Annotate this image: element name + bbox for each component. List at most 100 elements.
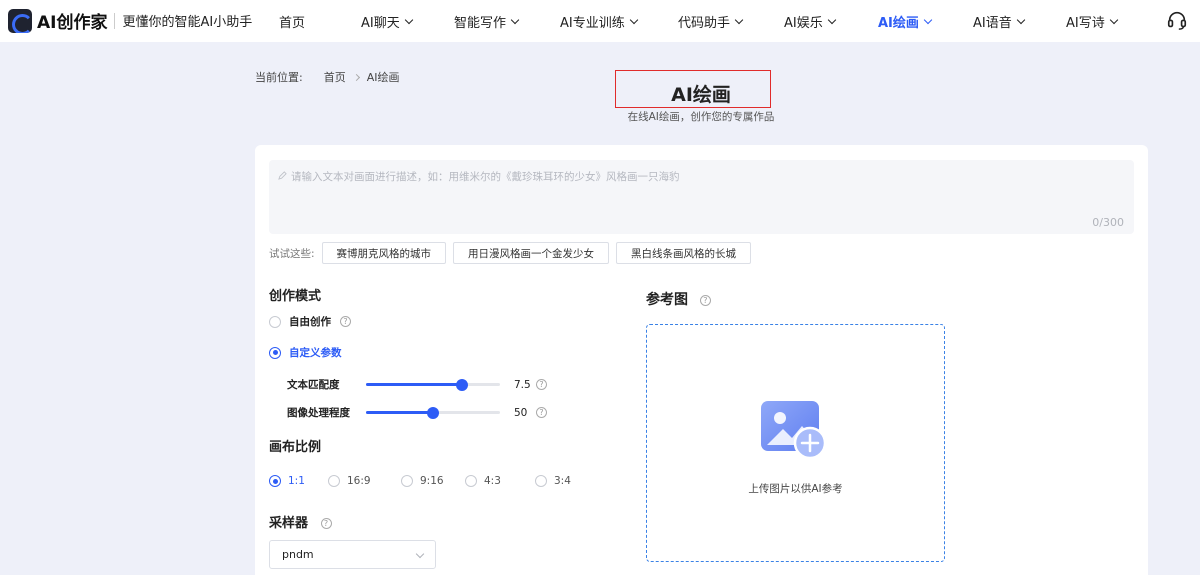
nav-item-home[interactable]: 首页 xyxy=(279,12,305,31)
nav-item-ai-entertainment[interactable]: AI娱乐 xyxy=(784,12,836,31)
nav-item-label: 代码助手 xyxy=(678,16,731,31)
chevron-down-icon xyxy=(1016,15,1025,25)
text-match-value: 7.5 xyxy=(514,378,531,391)
image-strength-value: 50 xyxy=(514,406,528,419)
nav-item-label: AI专业训练 xyxy=(560,16,625,31)
image-strength-label: 图像处理程度 xyxy=(287,407,350,419)
chevron-down-icon xyxy=(734,15,744,25)
chevron-down-icon xyxy=(1109,15,1118,25)
mode-option-free[interactable]: 自由创作 ? xyxy=(269,314,351,329)
text-match-slider[interactable] xyxy=(366,378,500,391)
image-upload-icon xyxy=(761,401,827,460)
chevron-down-icon xyxy=(923,15,933,25)
suggestion-chip[interactable]: 黑白线条画风格的长城 xyxy=(616,242,752,264)
chevron-down-icon xyxy=(510,15,520,25)
radio-button[interactable] xyxy=(269,346,281,359)
help-icon[interactable]: ? xyxy=(340,316,351,327)
painting-form-card: 0/300 试试这些: 赛博朋克风格的城市 用日漫风格画一个金发少女 黑白线条画… xyxy=(255,145,1148,575)
nav-item-label: AI写诗 xyxy=(1066,16,1105,31)
radio-button[interactable] xyxy=(465,475,477,487)
mode-option-custom[interactable]: 自定义参数 xyxy=(269,345,342,360)
ratio-section-title: 画布比例 xyxy=(269,440,322,455)
chevron-down-icon xyxy=(404,15,413,25)
brand-slogan: 更懂你的智能AI小助手 xyxy=(122,15,253,30)
prompt-container: 0/300 xyxy=(269,160,1134,234)
text-match-slider-row: 文本匹配度 7.5 ? xyxy=(287,377,547,392)
nav-item-label: 智能写作 xyxy=(454,16,507,31)
radio-button[interactable] xyxy=(535,475,547,487)
brand-name: AI创作家 xyxy=(37,13,108,33)
chevron-down-icon xyxy=(827,15,836,25)
ratio-option-9-16[interactable]: 9:16 xyxy=(401,475,444,487)
reference-upload-dropzone[interactable]: 上传图片以供AI参考 xyxy=(646,324,945,562)
ratio-option-1-1[interactable]: 1:1 xyxy=(269,475,305,487)
top-nav-bar: AI创作家 更懂你的智能AI小助手 首页 AI聊天 智能写作 AI专业训练 代码… xyxy=(0,0,1200,42)
chevron-down-icon xyxy=(629,15,638,25)
nav-item-label: AI语音 xyxy=(973,16,1012,31)
nav-item-ai-painting[interactable]: AI绘画 xyxy=(878,12,933,31)
help-icon[interactable]: ? xyxy=(536,379,547,390)
sampler-selected-value: pndm xyxy=(282,548,314,561)
headset-icon[interactable] xyxy=(1166,9,1188,31)
radio-button[interactable] xyxy=(269,475,281,487)
radio-button[interactable] xyxy=(328,475,340,487)
slider-handle[interactable] xyxy=(427,406,439,419)
ratio-option-16-9[interactable]: 16:9 xyxy=(328,475,371,487)
help-icon[interactable]: ? xyxy=(699,294,711,306)
help-icon[interactable]: ? xyxy=(536,407,547,418)
text-match-label: 文本匹配度 xyxy=(287,379,340,391)
reference-section-title: 参考图 ? xyxy=(646,289,711,309)
ratio-option-3-4[interactable]: 3:4 xyxy=(535,475,571,487)
char-counter: 0/300 xyxy=(1092,216,1124,229)
ratio-option-label: 4:3 xyxy=(484,475,501,487)
breadcrumb-item-home[interactable]: 首页 xyxy=(324,69,346,85)
radio-button[interactable] xyxy=(401,475,413,487)
breadcrumb-item-current: AI绘画 xyxy=(366,71,400,84)
nav-item-label: AI聊天 xyxy=(361,16,400,31)
mode-option-label: 自由创作 xyxy=(289,316,331,328)
suggestion-label: 试试这些: xyxy=(269,247,315,260)
mode-option-label: 自定义参数 xyxy=(289,347,342,359)
ratio-option-label: 1:1 xyxy=(288,475,305,487)
ratio-option-4-3[interactable]: 4:3 xyxy=(465,475,501,487)
nav-item-smart-writing[interactable]: 智能写作 xyxy=(454,12,520,31)
nav-item-ai-training[interactable]: AI专业训练 xyxy=(560,12,638,31)
brand-logo[interactable]: AI创作家 更懂你的智能AI小助手 xyxy=(8,8,252,33)
prompt-input[interactable] xyxy=(269,160,1134,234)
upload-hint-text: 上传图片以供AI参考 xyxy=(748,483,843,495)
sampler-section-title: 采样器 ? xyxy=(269,512,332,531)
help-icon[interactable]: ? xyxy=(320,518,332,529)
image-strength-slider[interactable] xyxy=(366,406,500,419)
logo-divider xyxy=(114,12,116,29)
sampler-select[interactable]: pndm xyxy=(269,540,436,569)
pencil-icon xyxy=(278,171,287,180)
nav-item-ai-voice[interactable]: AI语音 xyxy=(973,12,1025,31)
ratio-option-label: 3:4 xyxy=(554,475,571,487)
ratio-option-label: 9:16 xyxy=(420,475,444,487)
nav-item-ai-chat[interactable]: AI聊天 xyxy=(361,12,413,31)
nav-item-label: 首页 xyxy=(279,16,306,31)
page-subtitle: 在线AI绘画，创作您的专属作品 xyxy=(627,111,775,123)
slider-fill xyxy=(366,411,433,414)
page-title: AI绘画 xyxy=(671,84,731,106)
radio-button[interactable] xyxy=(269,315,281,328)
chevron-right-icon xyxy=(352,73,360,81)
ratio-option-label: 16:9 xyxy=(347,475,371,487)
reference-title-text: 参考图 xyxy=(646,292,688,308)
slider-handle[interactable] xyxy=(456,378,469,391)
slider-fill xyxy=(366,383,463,386)
chevron-down-icon xyxy=(415,549,425,559)
suggestion-chip[interactable]: 赛博朋克风格的城市 xyxy=(321,242,447,264)
nav-item-label: AI绘画 xyxy=(878,16,919,31)
breadcrumb: 当前位置: 首页 AI绘画 xyxy=(255,69,400,85)
sampler-title-text: 采样器 xyxy=(269,516,309,531)
image-strength-slider-row: 图像处理程度 50 ? xyxy=(287,405,547,420)
nav-item-label: AI娱乐 xyxy=(784,16,823,31)
breadcrumb-prefix: 当前位置: xyxy=(255,71,303,84)
nav-item-code-assistant[interactable]: 代码助手 xyxy=(678,12,744,31)
nav-item-ai-poetry[interactable]: AI写诗 xyxy=(1066,12,1118,31)
logo-icon xyxy=(8,8,32,33)
mode-section-title: 创作模式 xyxy=(269,289,322,304)
suggestion-chip[interactable]: 用日漫风格画一个金发少女 xyxy=(453,242,610,264)
suggestion-row: 试试这些: 赛博朋克风格的城市 用日漫风格画一个金发少女 黑白线条画风格的长城 xyxy=(269,242,758,264)
